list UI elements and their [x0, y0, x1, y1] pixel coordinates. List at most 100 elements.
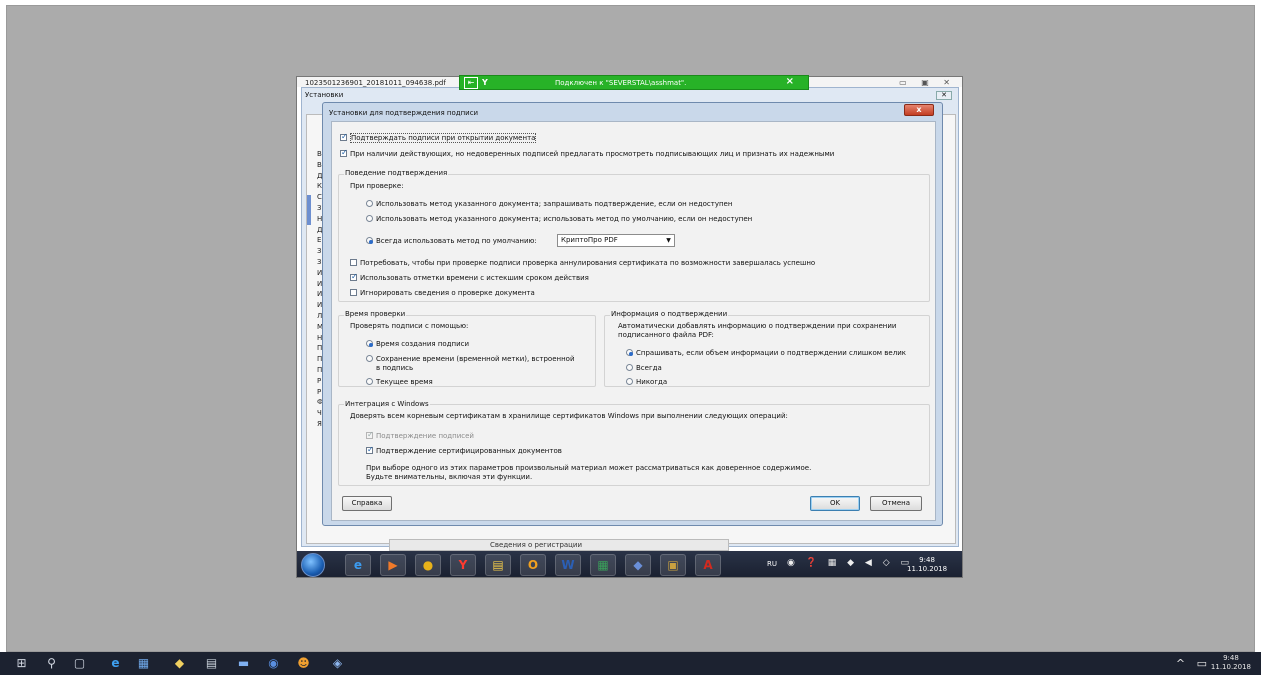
verify-on-open-checkbox[interactable]: Подтверждать подписи при открытии докуме… — [340, 132, 537, 143]
help-button[interactable]: Справка — [342, 496, 392, 511]
task-view-icon[interactable]: ▢ — [72, 656, 87, 671]
cancel-button[interactable]: Отмена — [870, 496, 922, 511]
host-taskbar: ⊞ ⚲ ▢ e ▦ ◆ ▤ ▬ ◉ ☻ ◈ ^ ▭ 9:48 11.10.201… — [0, 652, 1261, 675]
search-icon[interactable]: ⚲ — [44, 656, 59, 671]
spreadsheet-app-icon[interactable]: ▦ — [590, 554, 616, 576]
network-app-icon[interactable]: ◈ — [330, 656, 345, 671]
chevron-down-icon[interactable]: ▼ — [663, 235, 674, 246]
verification-info-subtitle: Автоматически добавлять информацию о под… — [618, 322, 897, 330]
method-option-default-radio[interactable] — [366, 237, 373, 244]
remote-desktop-icon[interactable]: ▦ — [136, 656, 151, 671]
method-option-default-label: Всегда использовать метод по умолчанию: — [376, 237, 537, 245]
method-option-prompt-label: Использовать метод указанного документа;… — [376, 200, 733, 208]
info-option-ask[interactable]: Спрашивать, если объем информации о подт… — [626, 349, 906, 358]
verification-time-subtitle: Проверять подписи с помощью: — [350, 322, 469, 330]
yandex-browser-icon[interactable]: Y — [450, 554, 476, 576]
time-option-signing[interactable]: Время создания подписи — [366, 340, 469, 349]
info-option-ask-radio[interactable] — [626, 349, 633, 356]
dialog-title: Установки для подтверждения подписи — [329, 109, 479, 117]
expired-timestamps-box[interactable] — [350, 272, 358, 281]
time-option-current[interactable]: Текущее время — [366, 378, 433, 387]
signal-strength-icon: Y — [482, 78, 488, 87]
info-option-never[interactable]: Никогда — [626, 378, 667, 387]
file-explorer-icon[interactable]: ▤ — [485, 554, 511, 576]
method-option-fallback-radio[interactable] — [366, 215, 373, 222]
time-option-signing-radio[interactable] — [366, 340, 373, 347]
connection-close-button[interactable]: × — [786, 76, 794, 87]
info-option-ask-label: Спрашивать, если объем информации о подт… — [636, 349, 906, 357]
certified-docs-box[interactable] — [366, 445, 374, 454]
ignore-info-box[interactable] — [350, 289, 357, 296]
windows-start-orb-icon[interactable] — [301, 553, 325, 577]
ignore-info-label: Игнорировать сведения о проверке докумен… — [360, 289, 535, 297]
outlook-icon[interactable]: O — [520, 554, 546, 576]
verification-info-subtitle-line2: подписанного файла PDF: — [618, 331, 714, 339]
verify-on-open-box[interactable] — [340, 132, 348, 141]
preferences-window-title: Установки — [305, 91, 344, 99]
registration-info-label: Сведения о регистрации — [490, 541, 583, 549]
dialog-close-button[interactable]: x — [904, 104, 934, 116]
remote-connection-bar: ⇤ Y Подключен к "SEVERSTAL\asshmat". × — [459, 75, 809, 90]
time-option-embedded-radio[interactable] — [366, 355, 373, 362]
media-player-icon[interactable]: ▶ — [380, 554, 406, 576]
cat-app-icon[interactable]: ☻ — [296, 656, 311, 671]
security-icon[interactable]: ◉ — [266, 656, 281, 671]
remote-system-tray[interactable]: ◉ ❓ ▦ ◆ ◀ ◇ ▭ — [787, 558, 913, 568]
host-system-tray[interactable]: ^ ▭ — [1176, 657, 1211, 670]
certified-docs-checkbox[interactable]: Подтверждение сертифицированных документ… — [366, 445, 562, 456]
method-option-fallback[interactable]: Использовать метод указанного документа;… — [366, 215, 752, 224]
prompt-untrusted-checkbox[interactable]: При наличии действующих, но недоверенных… — [340, 148, 834, 159]
ie-icon[interactable]: e — [345, 554, 371, 576]
default-method-value: КриптоПро PDF — [561, 236, 618, 244]
time-option-signing-label: Время создания подписи — [376, 340, 470, 348]
info-option-always-radio[interactable] — [626, 364, 633, 371]
word-icon[interactable]: W — [555, 554, 581, 576]
outlook-icon[interactable]: ▬ — [236, 656, 251, 671]
ok-button[interactable]: OK — [810, 496, 860, 511]
dialog-body: Подтверждать подписи при открытии докуме… — [331, 121, 936, 521]
expired-timestamps-checkbox[interactable]: Использовать отметки времени с истекшим … — [350, 272, 589, 283]
connection-status-text: Подключен к "SEVERSTAL\asshmat". — [555, 79, 687, 87]
pdf-window-controls[interactable]: ▭ ▣ ✕ — [899, 78, 956, 87]
signature-validation-box[interactable] — [366, 430, 374, 439]
ignore-info-checkbox[interactable]: Игнорировать сведения о проверке докумен… — [350, 289, 535, 298]
acrobat-icon[interactable]: A — [695, 554, 721, 576]
verification-time-title: Время проверки — [344, 310, 407, 318]
network-app-icon[interactable]: ◆ — [625, 554, 651, 576]
require-revocation-box[interactable] — [350, 259, 357, 266]
info-option-always[interactable]: Всегда — [626, 364, 662, 373]
host-clock[interactable]: 9:48 11.10.2018 — [1211, 654, 1251, 672]
pin-icon[interactable]: ⇤ — [464, 77, 478, 89]
method-option-prompt[interactable]: Использовать метод указанного документа;… — [366, 200, 732, 209]
method-option-prompt-radio[interactable] — [366, 200, 373, 207]
file-explorer-icon[interactable]: ◆ — [172, 656, 187, 671]
remote-clock-date: 11.10.2018 — [907, 565, 948, 573]
host-clock-time: 9:48 — [1223, 654, 1239, 662]
windows-warning-line2: Будьте внимательны, включая эти функции. — [366, 473, 533, 481]
signature-validation-checkbox[interactable]: Подтверждение подписей — [366, 430, 474, 441]
require-revocation-checkbox[interactable]: Потребовать, чтобы при проверке подписи … — [350, 259, 815, 268]
time-option-current-radio[interactable] — [366, 378, 373, 385]
signature-validation-label: Подтверждение подписей — [376, 432, 474, 440]
chrome-icon[interactable]: ● — [415, 554, 441, 576]
signature-verification-dialog: Установки для подтверждения подписи x По… — [322, 102, 943, 526]
remote-clock[interactable]: 9:48 11.10.2018 — [907, 556, 947, 574]
info-option-never-radio[interactable] — [626, 378, 633, 385]
remote-taskbar: e ▶ ● Y ▤ O W ▦ ◆ ▣ A RU ◉ ❓ ▦ ◆ ◀ ◇ ▭ 9:48 11.10.… — [297, 551, 962, 577]
ie-icon[interactable]: e — [108, 656, 123, 671]
background-form-strip: Сведения о регистрации — [389, 539, 729, 551]
preferences-scroll-indicator[interactable] — [307, 195, 311, 225]
terminal-icon[interactable]: ▤ — [204, 656, 219, 671]
archive-app-icon[interactable]: ▣ — [660, 554, 686, 576]
default-method-select[interactable]: КриптоПро PDF ▼ — [557, 234, 675, 247]
behavior-subtitle: При проверке: — [350, 182, 404, 190]
method-option-default[interactable]: Всегда использовать метод по умолчанию: — [366, 237, 537, 246]
time-option-embedded[interactable]: Сохранение времени (временной метки), вс… — [366, 355, 575, 364]
time-option-embedded-label: Сохранение времени (временной метки), вс… — [376, 355, 575, 363]
windows-start-icon[interactable]: ⊞ — [14, 656, 29, 671]
prompt-untrusted-box[interactable] — [340, 148, 348, 157]
certified-docs-label: Подтверждение сертифицированных документ… — [376, 447, 562, 455]
pdf-window-title: 1023501236901_20181011_094638.pdf — [305, 79, 446, 87]
preferences-close-button[interactable]: ✕ — [936, 91, 952, 100]
language-indicator[interactable]: RU — [767, 560, 777, 568]
